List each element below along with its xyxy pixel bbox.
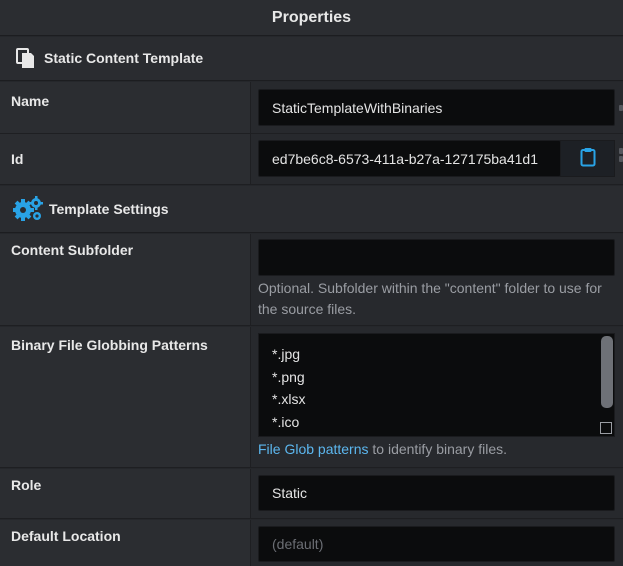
pattern-line: *.xlsx [272, 391, 306, 407]
pattern-line: *.ico [272, 413, 300, 430]
resize-handle-icon[interactable] [600, 422, 612, 434]
help-line: Optional. Subfolder within the "content"… [258, 280, 602, 296]
section-title: Static Content Template [44, 50, 204, 66]
section-template-settings[interactable]: Template Settings [0, 186, 623, 233]
content-subfolder-input[interactable] [258, 239, 615, 276]
default-location-input[interactable]: (default) [258, 526, 615, 562]
id-input[interactable]: ed7be6c8-6573-411a-b27a-127175ba41d1 [258, 140, 561, 177]
section-title: Template Settings [49, 201, 169, 217]
content-subfolder-help: Optional. Subfolder within the "content"… [258, 278, 618, 320]
binary-patterns-label: Binary File Globbing Patterns [11, 337, 208, 353]
help-text: to identify binary files. [368, 441, 508, 457]
pattern-line: *.jpg [272, 346, 301, 362]
name-value: StaticTemplateWithBinaries [272, 99, 443, 116]
role-label: Role [11, 477, 42, 493]
binary-patterns-textarea[interactable]: *.jpg *.png *.xlsx *.ico [258, 333, 615, 437]
clipboard-icon [580, 147, 596, 170]
id-label: Id [11, 151, 24, 167]
default-location-placeholder: (default) [272, 536, 324, 552]
help-line: the source files. [258, 301, 357, 317]
gears-icon [12, 196, 43, 222]
binary-patterns-help: File Glob patterns to identify binary fi… [258, 439, 507, 460]
textarea-scrollbar[interactable] [601, 336, 613, 408]
properties-header: Properties [0, 0, 623, 36]
row-edge-handle [619, 148, 623, 154]
default-location-label: Default Location [11, 528, 121, 544]
pattern-line: *.png [272, 368, 305, 385]
file-glob-patterns-link[interactable]: File Glob patterns [258, 441, 369, 457]
row-edge-handle [619, 105, 623, 111]
section-static-content-template[interactable]: Static Content Template [0, 37, 623, 81]
name-label: Name [11, 93, 50, 109]
id-value: ed7be6c8-6573-411a-b27a-127175ba41d1 [272, 150, 538, 167]
copy-id-button[interactable] [560, 140, 615, 177]
content-subfolder-label: Content Subfolder [11, 242, 134, 258]
row-edge-handle [619, 156, 623, 162]
name-input[interactable]: StaticTemplateWithBinaries [258, 89, 615, 126]
copy-document-icon [16, 48, 36, 70]
panel-title: Properties [271, 8, 352, 26]
role-value: Static [272, 485, 308, 501]
role-input[interactable]: Static [258, 475, 615, 511]
